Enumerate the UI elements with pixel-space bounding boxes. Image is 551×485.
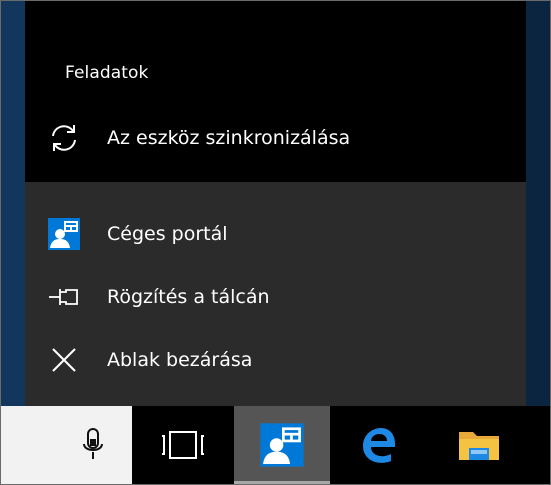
screenshot-frame: Feladatok Az eszköz szinkronizálása Cége… [0, 0, 551, 485]
sync-device-label: Az eszköz szinkronizálása [107, 127, 351, 149]
active-app-indicator [234, 481, 330, 484]
taskbar [1, 406, 550, 484]
company-portal-label: Céges portál [107, 223, 228, 245]
file-explorer-icon [457, 426, 501, 464]
edge-icon [359, 425, 399, 465]
close-window-label: Ablak bezárása [107, 349, 253, 371]
jump-list: Feladatok Az eszköz szinkronizálása Cége… [25, 1, 526, 406]
tasks-heading: Feladatok [65, 63, 149, 83]
task-view-icon [160, 430, 206, 460]
desktop-background [1, 1, 25, 406]
company-portal-icon [47, 217, 81, 251]
pin-to-taskbar-item[interactable]: Rögzítés a tálcán [25, 267, 526, 327]
close-icon [47, 343, 81, 377]
sync-icon [47, 121, 81, 155]
taskbar-edge-button[interactable] [330, 406, 428, 484]
company-portal-icon [259, 422, 305, 468]
microphone-icon [81, 427, 105, 463]
company-portal-item[interactable]: Céges portál [25, 204, 526, 264]
sync-device-item[interactable]: Az eszköz szinkronizálása [25, 108, 526, 168]
taskbar-company-portal-button[interactable] [234, 406, 330, 484]
task-view-button[interactable] [132, 406, 234, 484]
pin-icon [47, 280, 81, 314]
cortana-microphone-button[interactable] [1, 406, 132, 484]
tasks-section: Feladatok Az eszköz szinkronizálása [25, 1, 526, 182]
close-window-item[interactable]: Ablak bezárása [25, 330, 526, 390]
pin-to-taskbar-label: Rögzítés a tálcán [107, 286, 270, 308]
taskbar-file-explorer-button[interactable] [428, 406, 530, 484]
